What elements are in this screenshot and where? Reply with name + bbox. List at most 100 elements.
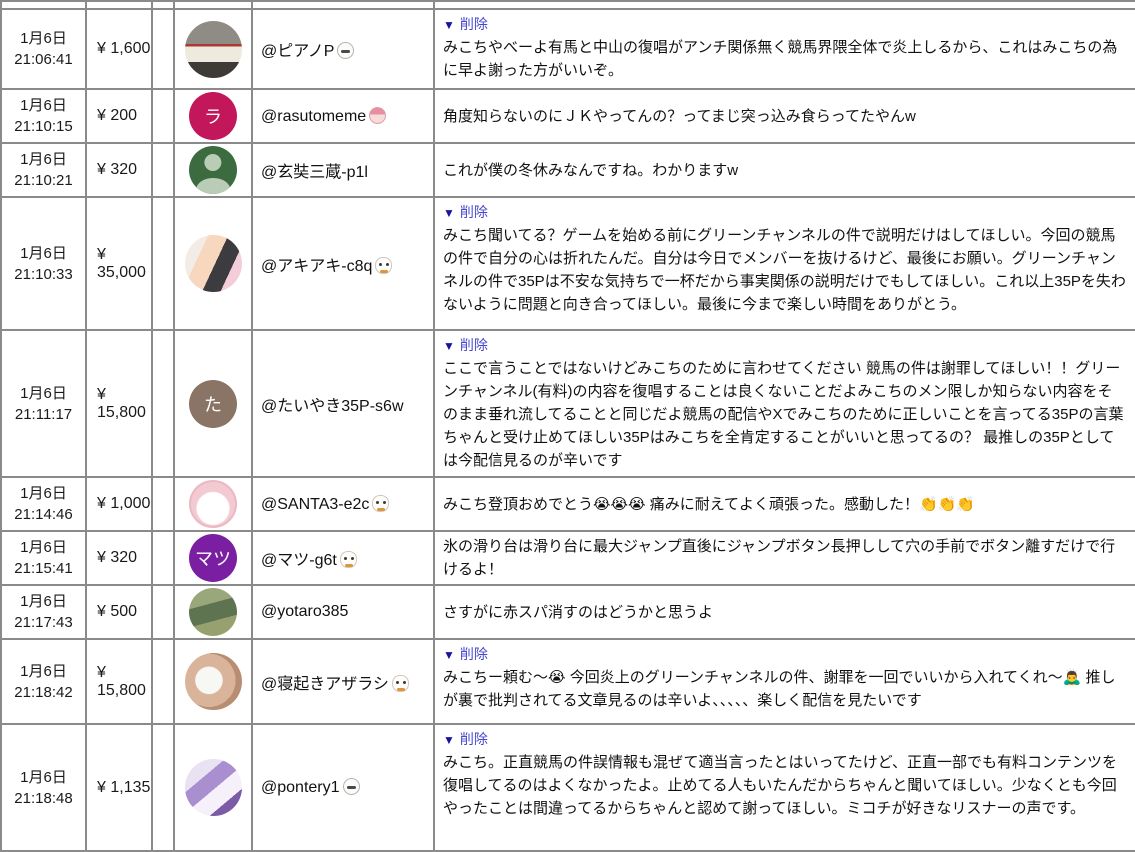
amount-cell: ¥ 500 bbox=[86, 585, 152, 639]
username-cell: @アキアキ-c8q bbox=[252, 197, 434, 330]
white-owl-emoji bbox=[372, 495, 389, 512]
letter-avatar: マツ bbox=[189, 534, 237, 582]
avatar bbox=[185, 21, 242, 78]
avatar-cell: ラ bbox=[174, 89, 252, 143]
tier-color-bar bbox=[152, 197, 174, 330]
message-text: 角度知らないのにＪＫやってんの？ってまじ突っ込み食らってたやんw bbox=[443, 105, 1127, 128]
amount-cell: ¥ 1,600 bbox=[86, 9, 152, 89]
date-label: 1月6日 bbox=[2, 661, 85, 682]
amount-cell: ¥ 35,000 bbox=[86, 197, 152, 330]
white-owl-emoji bbox=[392, 675, 409, 692]
message-text: 氷の滑り台は滑り台に最大ジャンプ直後にジャンプボタン長押しして穴の手前でボタン離… bbox=[443, 535, 1127, 581]
amount-cell: ¥ 320 bbox=[86, 143, 152, 197]
username-cell: @玄奘三蔵-p1l bbox=[252, 143, 434, 197]
username-cell: @寝起きアザラシ bbox=[252, 639, 434, 724]
letter-avatar: た bbox=[189, 380, 237, 428]
avatar-cell bbox=[174, 9, 252, 89]
username: @玄奘三蔵-p1l bbox=[261, 164, 368, 181]
avatar-cell bbox=[174, 585, 252, 639]
table-row: 1月6日 21:10:15 ¥ 200 ラ @rasutomeme 角度知らない… bbox=[1, 89, 1135, 143]
datetime-cell bbox=[1, 1, 86, 9]
message-text: みこち。正直競馬の件誤情報も混ぜて適当言ったとはいってたけど、正直一部でも有料コ… bbox=[443, 751, 1127, 820]
amount-cell bbox=[86, 1, 152, 9]
username-cell: @ピアノP bbox=[252, 9, 434, 89]
time-label: 21:10:21 bbox=[2, 170, 85, 191]
collapse-arrow-icon[interactable]: ▼ bbox=[443, 206, 455, 220]
username: @yotaro385 bbox=[261, 603, 348, 620]
delete-link[interactable]: 削除 bbox=[460, 337, 488, 353]
amount-cell: ¥ 320 bbox=[86, 531, 152, 585]
message-cell: さすがに赤スパ消すのはどうかと思うよ bbox=[434, 585, 1135, 639]
avatar-cell bbox=[174, 477, 252, 531]
message-text: さすがに赤スパ消すのはどうかと思うよ bbox=[443, 601, 1127, 624]
avatar-cell bbox=[174, 197, 252, 330]
time-label: 21:14:46 bbox=[2, 504, 85, 525]
datetime-cell: 1月6日 21:18:48 bbox=[1, 724, 86, 851]
table-row: 1月6日 21:10:21 ¥ 320 @玄奘三蔵-p1l これが僕の冬休みなん… bbox=[1, 143, 1135, 197]
time-label: 21:15:41 bbox=[2, 558, 85, 579]
avatar-cell bbox=[174, 724, 252, 851]
amount-cell: ¥ 1,135 bbox=[86, 724, 152, 851]
avatar bbox=[185, 235, 242, 292]
tier-color-bar bbox=[152, 477, 174, 531]
username-cell: @yotaro385 bbox=[252, 585, 434, 639]
white-owl-emoji bbox=[375, 257, 392, 274]
tier-color-bar bbox=[152, 724, 174, 851]
message-text: ここで言うことではないけどみこちのために言わせてください 競馬の件は謝罪してほし… bbox=[443, 357, 1127, 472]
time-label: 21:11:17 bbox=[2, 404, 85, 425]
tier-color-bar bbox=[152, 531, 174, 585]
avatar-cell: マツ bbox=[174, 531, 252, 585]
username-cell: @たいやき35P-s6w bbox=[252, 330, 434, 477]
username-cell: @rasutomeme bbox=[252, 89, 434, 143]
datetime-cell: 1月6日 21:15:41 bbox=[1, 531, 86, 585]
username: @寝起きアザラシ bbox=[261, 676, 389, 693]
message-text: みこちやべーよ有馬と中山の復唱がアンチ関係無く競馬界隈全体で炎上しるから、これは… bbox=[443, 36, 1127, 82]
date-label: 1月6日 bbox=[2, 95, 85, 116]
date-label: 1月6日 bbox=[2, 483, 85, 504]
message-cell: ▼ 削除 みこちやべーよ有馬と中山の復唱がアンチ関係無く競馬界隈全体で炎上しるから… bbox=[434, 9, 1135, 89]
datetime-cell: 1月6日 21:10:33 bbox=[1, 197, 86, 330]
delete-link[interactable]: 削除 bbox=[460, 204, 488, 220]
collapse-arrow-icon[interactable]: ▼ bbox=[443, 18, 455, 32]
avatar bbox=[189, 480, 237, 528]
message-text: これが僕の冬休みなんですね。わかりますw bbox=[443, 159, 1127, 182]
time-label: 21:17:43 bbox=[2, 612, 85, 633]
avatar: ラ bbox=[189, 92, 237, 140]
message-cell: 氷の滑り台は滑り台に最大ジャンプ直後にジャンプボタン長押しして穴の手前でボタン離… bbox=[434, 531, 1135, 585]
amount-cell: ¥ 15,800 bbox=[86, 330, 152, 477]
date-label: 1月6日 bbox=[2, 767, 85, 788]
table-row: 1月6日 21:06:41 ¥ 1,600 @ピアノP ▼削除 みこちやべーよ有… bbox=[1, 9, 1135, 89]
username-cell bbox=[252, 1, 434, 9]
datetime-cell: 1月6日 21:18:42 bbox=[1, 639, 86, 724]
username-cell: @pontery1 bbox=[252, 724, 434, 851]
username-cell: @マツ-g6t bbox=[252, 531, 434, 585]
table-row: 1月6日 21:17:43 ¥ 500 @yotaro385 さすがに赤スパ消す… bbox=[1, 585, 1135, 639]
amount-cell: ¥ 200 bbox=[86, 89, 152, 143]
delete-link[interactable]: 削除 bbox=[460, 16, 488, 32]
tier-color-bar bbox=[152, 9, 174, 89]
message-cell: ▼ 削除 みこち。正直競馬の件誤情報も混ぜて適当言ったとはいってたけど、正直一部で… bbox=[434, 724, 1135, 851]
username: @マツ-g6t bbox=[261, 552, 337, 569]
table-row: 1月6日 21:18:42 ¥ 15,800 @寝起きアザラシ ▼削除 みこちー… bbox=[1, 639, 1135, 724]
table-row: 1月6日 21:18:48 ¥ 1,135 @pontery1 ▼ 削除 みこち。… bbox=[1, 724, 1135, 851]
delete-link[interactable]: 削除 bbox=[460, 731, 488, 747]
date-label: 1月6日 bbox=[2, 149, 85, 170]
collapse-arrow-icon[interactable]: ▼ bbox=[443, 733, 455, 747]
username: @SANTA3-e2c bbox=[261, 496, 369, 513]
tier-color-bar bbox=[152, 89, 174, 143]
tier-color-bar bbox=[152, 585, 174, 639]
date-label: 1月6日 bbox=[2, 537, 85, 558]
pink-girl-emoji bbox=[369, 107, 386, 124]
datetime-cell: 1月6日 21:14:46 bbox=[1, 477, 86, 531]
default-person-avatar bbox=[189, 146, 237, 194]
message-cell bbox=[434, 1, 1135, 9]
date-label: 1月6日 bbox=[2, 383, 85, 404]
table-row: 1月6日 21:14:46 ¥ 1,000 @SANTA3-e2c みこち登頂お… bbox=[1, 477, 1135, 531]
message-cell: 角度知らないのにＪＫやってんの？ってまじ突っ込み食らってたやんw bbox=[434, 89, 1135, 143]
collapse-arrow-icon[interactable]: ▼ bbox=[443, 339, 455, 353]
delete-link[interactable]: 削除 bbox=[460, 646, 488, 662]
collapse-arrow-icon[interactable]: ▼ bbox=[443, 648, 455, 662]
tier-color-bar bbox=[152, 143, 174, 197]
time-label: 21:18:42 bbox=[2, 682, 85, 703]
message-cell: これが僕の冬休みなんですね。わかりますw bbox=[434, 143, 1135, 197]
